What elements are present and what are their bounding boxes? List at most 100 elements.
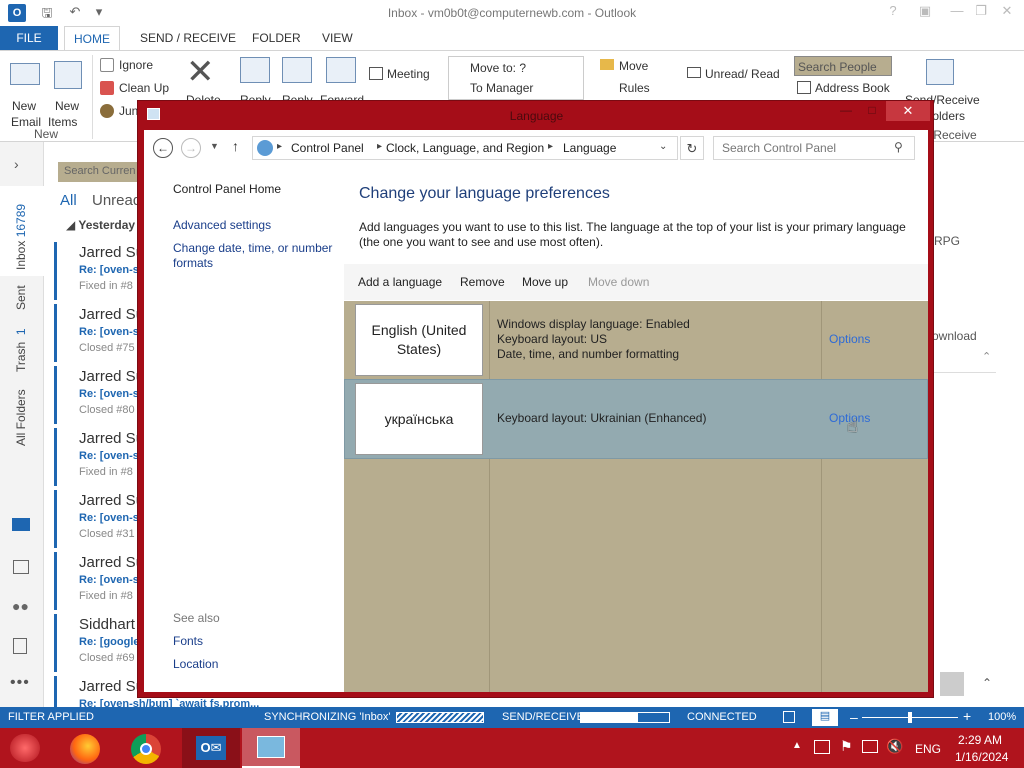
- zoom-level[interactable]: 100%: [988, 711, 1016, 723]
- dialog-minimize-icon[interactable]: —: [834, 103, 858, 121]
- remove-button[interactable]: Remove: [460, 275, 505, 289]
- reading-text-download[interactable]: ownload: [932, 329, 977, 343]
- breadcrumb-clock-language-region[interactable]: Clock, Language, and Region: [386, 141, 544, 155]
- language-row-ukrainian[interactable]: українська Keyboard layout: Ukrainian (E…: [344, 379, 928, 459]
- expand-nav-icon[interactable]: ›: [14, 156, 19, 172]
- group-header-yesterday[interactable]: ◢ Yesterday: [66, 218, 135, 232]
- reading-view-icon[interactable]: ▤: [812, 709, 838, 726]
- meeting-button[interactable]: Meeting: [387, 67, 430, 81]
- minimize-icon[interactable]: —: [944, 3, 970, 23]
- message-item[interactable]: Jarred Su Re: [oven-s Closed #75: [54, 304, 144, 362]
- breadcrumb-sep-icon[interactable]: ▸: [277, 141, 282, 152]
- unread-read-button[interactable]: Unread/ Read: [705, 67, 780, 81]
- firefox-icon[interactable]: [70, 734, 100, 764]
- search-current-mailbox[interactable]: Search Curren: [58, 162, 148, 182]
- input-language[interactable]: ENG: [915, 742, 941, 756]
- to-manager-quickstep[interactable]: To Manager: [470, 81, 533, 95]
- breadcrumb-control-panel[interactable]: Control Panel: [291, 141, 364, 155]
- reply-icon[interactable]: [240, 57, 270, 83]
- show-hidden-icons[interactable]: ▲: [792, 740, 802, 751]
- outlook-taskbar-button[interactable]: O✉: [182, 728, 240, 768]
- restore-icon[interactable]: ❐: [968, 3, 994, 23]
- collapse-icon[interactable]: ⌃: [982, 350, 991, 363]
- clock-time[interactable]: 2:29 AM: [958, 733, 1002, 747]
- people-pane-toggle-icon[interactable]: ⌃: [982, 676, 992, 690]
- move-to-quickstep[interactable]: Move to: ?: [470, 61, 526, 75]
- ignore-button[interactable]: Ignore: [119, 58, 153, 72]
- address-book-button[interactable]: Address Book: [815, 81, 890, 95]
- control-panel-home-link[interactable]: Control Panel Home: [173, 182, 281, 196]
- normal-view-icon[interactable]: [783, 711, 795, 723]
- filter-all[interactable]: All: [60, 192, 77, 209]
- volume-muted-icon[interactable]: 🔇: [886, 738, 903, 755]
- message-item[interactable]: Jarred Su Re: [oven-s Fixed in #8: [54, 428, 144, 486]
- tasks-icon[interactable]: [13, 638, 27, 654]
- people-pane-avatar[interactable]: [940, 672, 964, 696]
- junk-button[interactable]: Jun: [119, 104, 138, 118]
- language-window-titlebar[interactable]: Language — □ ✕: [138, 101, 935, 129]
- refresh-button[interactable]: ↻: [680, 136, 704, 160]
- move-button[interactable]: Move: [619, 59, 648, 73]
- change-date-time-link-2[interactable]: formats: [173, 256, 213, 270]
- message-item[interactable]: Jarred Su Re: [oven-s Fixed in #8: [54, 552, 144, 610]
- network-icon[interactable]: [862, 740, 878, 753]
- zoom-out-icon[interactable]: –: [850, 709, 858, 725]
- options-link-english[interactable]: Options: [829, 332, 870, 346]
- breadcrumb-language[interactable]: Language: [563, 141, 616, 155]
- breadcrumb-sep-icon[interactable]: ▸: [548, 141, 553, 152]
- chrome-icon[interactable]: [131, 734, 161, 764]
- flag-icon[interactable]: ⚑: [840, 738, 853, 755]
- nav-sent[interactable]: Sent: [14, 285, 28, 310]
- clock-date[interactable]: 1/16/2024: [955, 750, 1008, 764]
- tab-folder[interactable]: FOLDER: [244, 26, 309, 50]
- zoom-slider[interactable]: [862, 712, 958, 723]
- nav-inbox[interactable]: Inbox 16789: [0, 186, 44, 276]
- dialog-close-button[interactable]: ✕: [886, 101, 930, 121]
- message-item[interactable]: Siddhart Re: [google Closed #69: [54, 614, 144, 672]
- message-item[interactable]: Jarred Su Re: [oven-s Closed #31: [54, 490, 144, 548]
- tab-file[interactable]: FILE: [0, 26, 58, 50]
- zoom-thumb[interactable]: [908, 712, 912, 723]
- recent-locations-icon[interactable]: ▼: [210, 141, 219, 151]
- message-item[interactable]: Jarred Su Re: [oven-s Closed #80: [54, 366, 144, 424]
- tab-send-receive[interactable]: SEND / RECEIVE: [132, 26, 244, 50]
- calendar-icon[interactable]: [13, 560, 29, 574]
- clean-up-button[interactable]: Clean Up: [119, 81, 169, 95]
- nav-all-folders[interactable]: All Folders: [14, 389, 28, 446]
- address-dropdown-icon[interactable]: ⌄: [659, 141, 667, 152]
- people-icon[interactable]: ●●: [12, 598, 29, 614]
- nav-trash[interactable]: Trash 1: [14, 328, 28, 372]
- tab-home[interactable]: HOME: [64, 26, 120, 50]
- filter-unread[interactable]: Unread: [92, 192, 141, 209]
- mail-icon[interactable]: [12, 518, 30, 531]
- forward-icon[interactable]: [326, 57, 356, 83]
- dialog-maximize-icon[interactable]: □: [860, 103, 884, 121]
- ribbon-display-icon[interactable]: ▣: [912, 3, 938, 23]
- reply-all-icon[interactable]: [282, 57, 312, 83]
- new-email-button[interactable]: New Email: [6, 59, 46, 129]
- language-row-english[interactable]: English (United States) Windows display l…: [344, 301, 928, 379]
- search-people-field[interactable]: Search People: [794, 56, 892, 76]
- action-center-icon[interactable]: [814, 740, 830, 754]
- start-button-icon[interactable]: [10, 734, 40, 762]
- add-language-button[interactable]: Add a language: [358, 275, 442, 289]
- breadcrumb[interactable]: ▸ Control Panel ▸ Clock, Language, and R…: [252, 136, 678, 160]
- message-item[interactable]: Jarred Su Re: [oven-s Fixed in #8: [54, 242, 144, 300]
- tab-view[interactable]: VIEW: [314, 26, 361, 50]
- new-items-button[interactable]: New Items: [48, 59, 88, 129]
- location-link[interactable]: Location: [173, 657, 218, 671]
- delete-icon[interactable]: ✕: [186, 55, 215, 89]
- back-button[interactable]: ←: [153, 138, 173, 158]
- forward-button[interactable]: →: [181, 138, 201, 158]
- more-icon[interactable]: •••: [10, 674, 30, 692]
- help-icon[interactable]: ?: [880, 3, 906, 23]
- fonts-link[interactable]: Fonts: [173, 634, 203, 648]
- control-panel-taskbar-button[interactable]: [242, 728, 300, 768]
- change-date-time-link[interactable]: Change date, time, or number: [173, 241, 332, 255]
- zoom-in-icon[interactable]: +: [963, 708, 971, 724]
- rules-button[interactable]: Rules: [619, 81, 650, 95]
- search-icon[interactable]: ⚲: [894, 140, 903, 154]
- breadcrumb-sep-icon[interactable]: ▸: [377, 141, 382, 152]
- close-icon[interactable]: ✕: [994, 3, 1020, 23]
- up-button[interactable]: ↑: [232, 138, 239, 154]
